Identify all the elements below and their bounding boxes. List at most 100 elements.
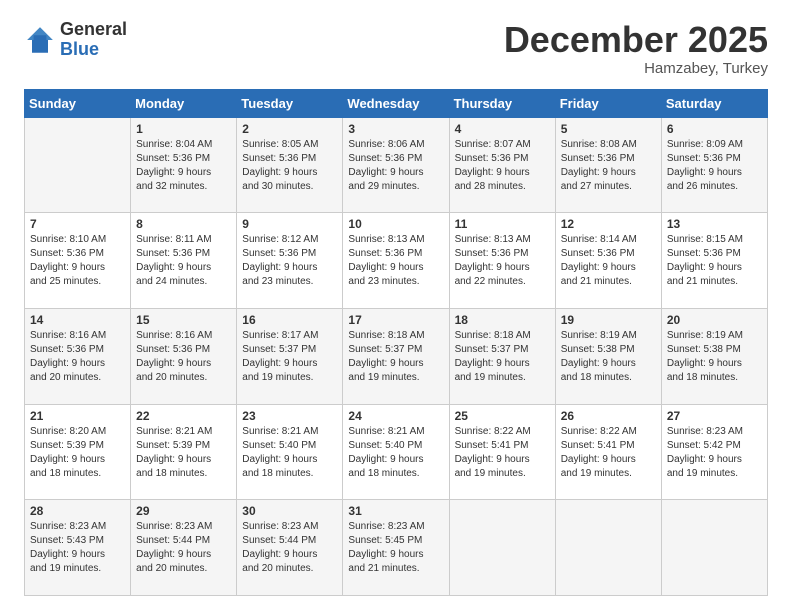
day-cell: 24 Sunrise: 8:21 AM Sunset: 5:40 PM Dayli… [343,404,449,500]
day-number: 4 [455,122,550,136]
day-info: Sunrise: 8:23 AM Sunset: 5:44 PM Dayligh… [242,520,337,576]
logo-blue: Blue [60,40,127,60]
day-number: 3 [348,122,443,136]
day-cell [555,500,661,596]
header-row: Sunday Monday Tuesday Wednesday Thursday… [25,89,768,117]
day-number: 11 [455,217,550,231]
day-cell: 11 Sunrise: 8:13 AM Sunset: 5:36 PM Dayli… [449,213,555,309]
day-cell: 21 Sunrise: 8:20 AM Sunset: 5:39 PM Dayli… [25,404,131,500]
day-cell: 22Sunrise: 8:21 AM Sunset: 5:39 PM Dayli… [131,404,237,500]
day-number: 20 [667,313,762,327]
logo-text: General Blue [60,20,127,60]
page: General Blue December 2025 Hamzabey, Tur… [0,0,792,612]
day-info: Sunrise: 8:18 AM Sunset: 5:37 PM Dayligh… [348,329,443,385]
day-number: 13 [667,217,762,231]
day-info: Sunrise: 8:08 AM Sunset: 5:36 PM Dayligh… [561,138,656,194]
day-number: 16 [242,313,337,327]
day-number: 24 [348,409,443,423]
day-info: Sunrise: 8:09 AM Sunset: 5:36 PM Dayligh… [667,138,762,194]
logo: General Blue [24,20,127,60]
calendar-body: 1 Sunrise: 8:04 AM Sunset: 5:36 PM Daylig… [25,117,768,595]
day-cell: 5 Sunrise: 8:08 AM Sunset: 5:36 PM Daylig… [555,117,661,213]
day-number: 31 [348,504,443,518]
day-cell: 1 Sunrise: 8:04 AM Sunset: 5:36 PM Daylig… [131,117,237,213]
day-cell: 12Sunrise: 8:14 AM Sunset: 5:36 PM Dayli… [555,213,661,309]
day-cell: 19 Sunrise: 8:19 AM Sunset: 5:38 PM Dayli… [555,308,661,404]
day-number: 2 [242,122,337,136]
day-info: Sunrise: 8:16 AM Sunset: 5:36 PM Dayligh… [30,329,125,385]
header-monday: Monday [131,89,237,117]
day-number: 19 [561,313,656,327]
day-cell: 25Sunrise: 8:22 AM Sunset: 5:41 PM Dayli… [449,404,555,500]
week-row-0: 1 Sunrise: 8:04 AM Sunset: 5:36 PM Daylig… [25,117,768,213]
day-number: 27 [667,409,762,423]
day-number: 21 [30,409,125,423]
day-info: Sunrise: 8:23 AM Sunset: 5:45 PM Dayligh… [348,520,443,576]
day-cell: 7 Sunrise: 8:10 AM Sunset: 5:36 PM Daylig… [25,213,131,309]
day-info: Sunrise: 8:04 AM Sunset: 5:36 PM Dayligh… [136,138,231,194]
day-cell: 8 Sunrise: 8:11 AM Sunset: 5:36 PM Daylig… [131,213,237,309]
header-tuesday: Tuesday [237,89,343,117]
day-cell: 27Sunrise: 8:23 AM Sunset: 5:42 PM Dayli… [661,404,767,500]
day-number: 29 [136,504,231,518]
day-cell: 2 Sunrise: 8:05 AM Sunset: 5:36 PM Daylig… [237,117,343,213]
day-cell: 14 Sunrise: 8:16 AM Sunset: 5:36 PM Dayli… [25,308,131,404]
day-cell: 31 Sunrise: 8:23 AM Sunset: 5:45 PM Dayli… [343,500,449,596]
header-thursday: Thursday [449,89,555,117]
day-cell: 28 Sunrise: 8:23 AM Sunset: 5:43 PM Dayli… [25,500,131,596]
day-number: 10 [348,217,443,231]
day-cell: 30Sunrise: 8:23 AM Sunset: 5:44 PM Dayli… [237,500,343,596]
week-row-2: 14 Sunrise: 8:16 AM Sunset: 5:36 PM Dayli… [25,308,768,404]
day-info: Sunrise: 8:23 AM Sunset: 5:43 PM Dayligh… [30,520,125,576]
day-number: 15 [136,313,231,327]
day-info: Sunrise: 8:10 AM Sunset: 5:36 PM Dayligh… [30,233,125,289]
day-info: Sunrise: 8:11 AM Sunset: 5:36 PM Dayligh… [136,233,231,289]
day-cell: 16 Sunrise: 8:17 AM Sunset: 5:37 PM Dayli… [237,308,343,404]
day-cell: 20Sunrise: 8:19 AM Sunset: 5:38 PM Dayli… [661,308,767,404]
day-number: 26 [561,409,656,423]
day-number: 5 [561,122,656,136]
day-cell: 6 Sunrise: 8:09 AM Sunset: 5:36 PM Daylig… [661,117,767,213]
day-cell: 13Sunrise: 8:15 AM Sunset: 5:36 PM Dayli… [661,213,767,309]
day-number: 1 [136,122,231,136]
day-info: Sunrise: 8:13 AM Sunset: 5:36 PM Dayligh… [348,233,443,289]
day-number: 14 [30,313,125,327]
day-info: Sunrise: 8:17 AM Sunset: 5:37 PM Dayligh… [242,329,337,385]
day-number: 18 [455,313,550,327]
day-info: Sunrise: 8:19 AM Sunset: 5:38 PM Dayligh… [561,329,656,385]
day-info: Sunrise: 8:13 AM Sunset: 5:36 PM Dayligh… [455,233,550,289]
day-cell: 9Sunrise: 8:12 AM Sunset: 5:36 PM Daylig… [237,213,343,309]
day-cell [661,500,767,596]
day-cell: 17 Sunrise: 8:18 AM Sunset: 5:37 PM Dayli… [343,308,449,404]
day-number: 23 [242,409,337,423]
header-saturday: Saturday [661,89,767,117]
header: General Blue December 2025 Hamzabey, Tur… [24,20,768,77]
day-number: 7 [30,217,125,231]
day-number: 6 [667,122,762,136]
header-sunday: Sunday [25,89,131,117]
day-cell: 18Sunrise: 8:18 AM Sunset: 5:37 PM Dayli… [449,308,555,404]
day-info: Sunrise: 8:16 AM Sunset: 5:36 PM Dayligh… [136,329,231,385]
day-info: Sunrise: 8:14 AM Sunset: 5:36 PM Dayligh… [561,233,656,289]
day-info: Sunrise: 8:12 AM Sunset: 5:36 PM Dayligh… [242,233,337,289]
day-info: Sunrise: 8:23 AM Sunset: 5:44 PM Dayligh… [136,520,231,576]
day-info: Sunrise: 8:21 AM Sunset: 5:40 PM Dayligh… [242,425,337,481]
day-info: Sunrise: 8:05 AM Sunset: 5:36 PM Dayligh… [242,138,337,194]
header-wednesday: Wednesday [343,89,449,117]
calendar-table: Sunday Monday Tuesday Wednesday Thursday… [24,89,768,596]
header-friday: Friday [555,89,661,117]
day-number: 28 [30,504,125,518]
day-number: 17 [348,313,443,327]
day-info: Sunrise: 8:21 AM Sunset: 5:39 PM Dayligh… [136,425,231,481]
day-cell: 23 Sunrise: 8:21 AM Sunset: 5:40 PM Dayli… [237,404,343,500]
day-info: Sunrise: 8:07 AM Sunset: 5:36 PM Dayligh… [455,138,550,194]
day-info: Sunrise: 8:21 AM Sunset: 5:40 PM Dayligh… [348,425,443,481]
day-info: Sunrise: 8:06 AM Sunset: 5:36 PM Dayligh… [348,138,443,194]
location-subtitle: Hamzabey, Turkey [504,60,768,77]
day-info: Sunrise: 8:20 AM Sunset: 5:39 PM Dayligh… [30,425,125,481]
day-number: 8 [136,217,231,231]
week-row-4: 28 Sunrise: 8:23 AM Sunset: 5:43 PM Dayli… [25,500,768,596]
day-cell: 10 Sunrise: 8:13 AM Sunset: 5:36 PM Dayli… [343,213,449,309]
title-block: December 2025 Hamzabey, Turkey [504,20,768,77]
day-cell: 26Sunrise: 8:22 AM Sunset: 5:41 PM Dayli… [555,404,661,500]
